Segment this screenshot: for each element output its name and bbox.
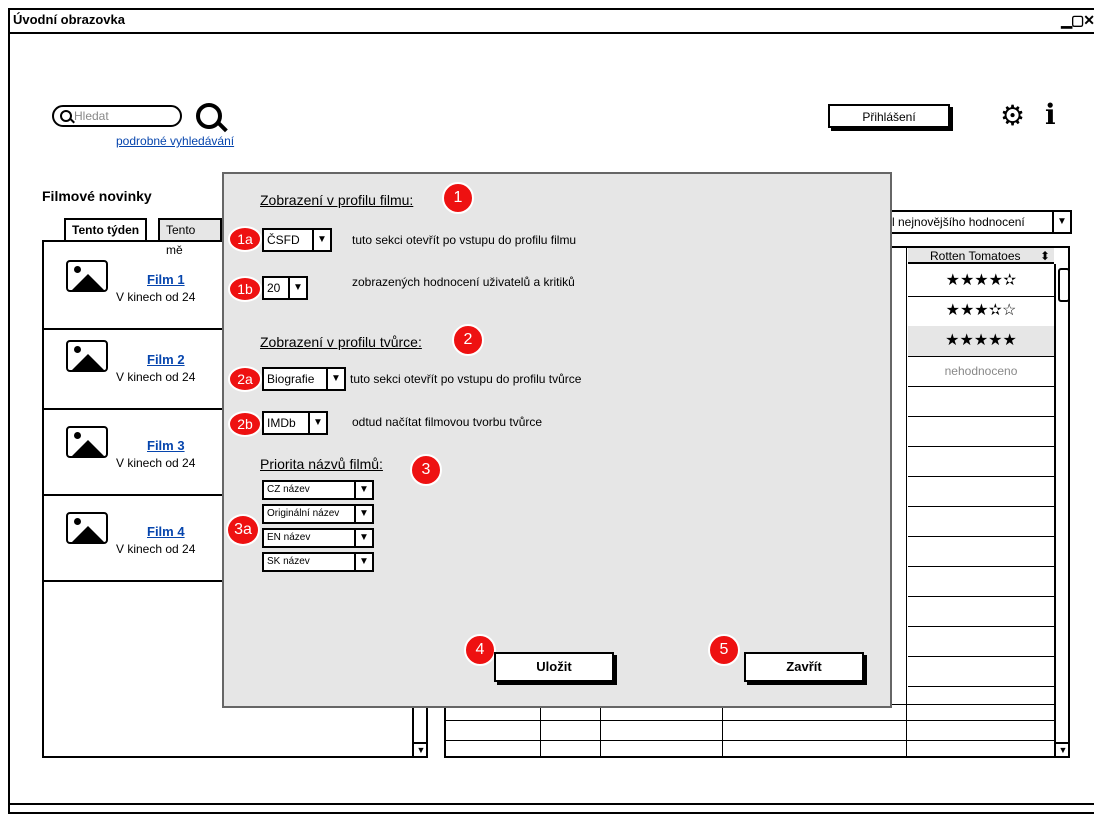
tab-this-week[interactable]: Tento týden (64, 218, 148, 240)
table-row (908, 506, 1054, 537)
select-value: Originální název (267, 508, 340, 519)
annotation-badge: 3a (226, 514, 260, 546)
title-priority-select-1[interactable]: CZ název ▼ (262, 480, 374, 500)
sort-icon: ⬍ (1039, 249, 1050, 263)
filmography-source-desc: odtud načítat filmovou tvorbu tvůrce (352, 415, 543, 429)
select-value: EN název (267, 532, 311, 543)
chevron-down-icon: ▼ (312, 230, 330, 250)
annotation-badge: 1b (228, 276, 262, 302)
table-row (908, 446, 1054, 477)
film-link[interactable]: Film 1 (147, 272, 185, 287)
image-icon (66, 426, 108, 458)
chevron-down-icon: ▼ (354, 482, 372, 498)
row-divider (444, 720, 1054, 721)
gear-icon[interactable]: ⚙ (1000, 102, 1026, 130)
chevron-down-icon: ▼ (288, 278, 306, 298)
select-value: ČSFD (267, 233, 300, 247)
table-scrollbar[interactable]: ▼ (1054, 264, 1070, 758)
info-icon[interactable]: i (1045, 101, 1056, 129)
creator-section-desc: tuto sekci otevřít po vstupu do profilu … (350, 372, 582, 386)
chevron-down-icon: ▼ (354, 530, 372, 546)
film-date: V kinech od 24 (116, 290, 196, 304)
annotation-badge: 1a (228, 226, 262, 252)
film-profile-heading: Zobrazení v profilu filmu: (260, 192, 414, 208)
film-date: V kinech od 24 (116, 370, 196, 384)
select-value: 20 (267, 281, 281, 295)
save-button[interactable]: Uložit (494, 652, 614, 682)
table-row (908, 626, 1054, 657)
image-icon (66, 260, 108, 292)
row-divider (444, 740, 1054, 741)
window-controls[interactable]: ▁▢✕ (1061, 10, 1094, 30)
table-row: ★★★★✫ (908, 266, 1054, 297)
select-value: Biografie (267, 372, 315, 386)
title-priority-heading: Priorita názvů filmů: (260, 456, 383, 472)
chevron-down-icon: ▼ (326, 369, 344, 389)
search-button-icon[interactable] (196, 103, 222, 129)
ratings-count-desc: zobrazených hodnocení uživatelů a kritik… (352, 275, 575, 289)
sort-select[interactable]: l nejnovějšího hodnocení ▼ (888, 210, 1072, 234)
status-bar (10, 803, 1094, 805)
table-row (908, 536, 1054, 567)
table-row: nehodnoceno (908, 356, 1054, 387)
select-value: SK název (267, 556, 310, 567)
settings-dialog: Zobrazení v profilu filmu: 1 1a ČSFD ▼ t… (222, 172, 892, 708)
select-value: IMDb (267, 416, 296, 430)
table-row (908, 416, 1054, 447)
search-icon (60, 110, 72, 122)
search-placeholder: Hledat (74, 109, 109, 123)
advanced-search-link[interactable]: podrobné vyhledávání (116, 134, 234, 148)
table-row (908, 476, 1054, 507)
annotation-badge: 3 (410, 454, 442, 486)
annotation-badge: 1 (442, 182, 474, 214)
sort-value: l nejnovějšího hodnocení (892, 215, 1025, 229)
title-priority-select-2[interactable]: Originální název ▼ (262, 504, 374, 524)
filmography-source-select[interactable]: IMDb ▼ (262, 411, 328, 435)
table-row (908, 656, 1054, 687)
annotation-badge: 2 (452, 324, 484, 356)
creator-section-select[interactable]: Biografie ▼ (262, 367, 346, 391)
title-priority-select-3[interactable]: EN název ▼ (262, 528, 374, 548)
annotation-badge: 2a (228, 366, 262, 392)
film-section-desc: tuto sekci otevřít po vstupu do profilu … (352, 233, 577, 247)
annotation-badge: 2b (228, 411, 262, 437)
title-bar: Úvodní obrazovka ▁▢✕ (10, 10, 1094, 34)
table-row (908, 596, 1054, 627)
column-label: Rotten Tomatoes (930, 249, 1021, 263)
film-link[interactable]: Film 3 (147, 438, 185, 453)
creator-profile-heading: Zobrazení v profilu tvůrce: (260, 334, 422, 350)
tab-this-month[interactable]: Tento mě (158, 218, 222, 257)
chevron-down-icon: ▼ (1052, 212, 1070, 232)
news-title: Filmové novinky (42, 188, 152, 204)
film-date: V kinech od 24 (116, 542, 196, 556)
image-icon (66, 512, 108, 544)
scroll-down-icon[interactable]: ▼ (414, 742, 428, 758)
image-icon (66, 340, 108, 372)
window-title: Úvodní obrazovka (13, 12, 125, 27)
column-divider (906, 246, 907, 758)
annotation-badge: 5 (708, 634, 740, 666)
ratings-count-select[interactable]: 20 ▼ (262, 276, 308, 300)
select-value: CZ název (267, 484, 310, 495)
table-row (908, 386, 1054, 417)
film-link[interactable]: Film 2 (147, 352, 185, 367)
annotation-badge: 4 (464, 634, 496, 666)
scroll-down-icon[interactable]: ▼ (1056, 742, 1070, 758)
table-row (908, 566, 1054, 597)
rotten-tomatoes-header[interactable]: Rotten Tomatoes ⬍ (908, 248, 1054, 264)
title-priority-select-4[interactable]: SK název ▼ (262, 552, 374, 572)
search-input[interactable]: Hledat (52, 105, 182, 127)
scroll-thumb[interactable] (1058, 268, 1070, 302)
film-section-select[interactable]: ČSFD ▼ (262, 228, 332, 252)
table-row: ★★★✫☆ (908, 296, 1054, 327)
login-button[interactable]: Přihlášení (828, 104, 950, 128)
chevron-down-icon: ▼ (308, 413, 326, 433)
film-link[interactable]: Film 4 (147, 524, 185, 539)
table-row: ★★★★★ (908, 326, 1054, 357)
chevron-down-icon: ▼ (354, 506, 372, 522)
chevron-down-icon: ▼ (354, 554, 372, 570)
close-button[interactable]: Zavřít (744, 652, 864, 682)
film-date: V kinech od 24 (116, 456, 196, 470)
